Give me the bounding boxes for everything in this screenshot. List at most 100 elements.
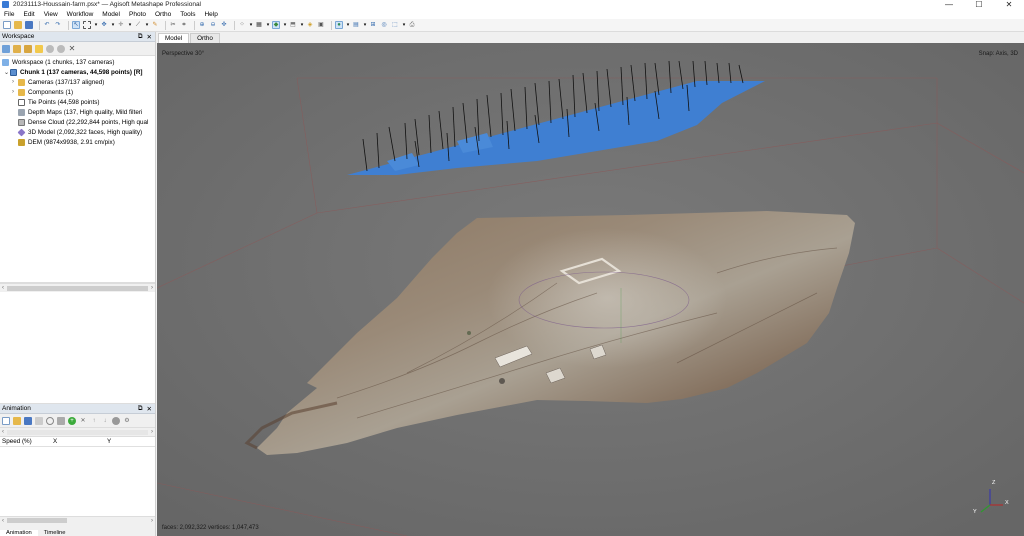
- enable-icon[interactable]: [46, 44, 54, 53]
- column-x[interactable]: X: [53, 438, 107, 445]
- menu-file[interactable]: File: [4, 11, 14, 18]
- capture-icon[interactable]: [57, 416, 65, 425]
- capture-view-icon[interactable]: ⎙: [408, 21, 416, 29]
- show-region-icon[interactable]: ▤: [352, 21, 360, 29]
- tree-item-components[interactable]: › Components (1): [12, 87, 73, 97]
- scrollbar-thumb[interactable]: [7, 429, 148, 435]
- add-chunk-icon[interactable]: [2, 44, 10, 53]
- chevron-down-icon[interactable]: ▾: [128, 21, 132, 29]
- delete-keyframe-icon[interactable]: ✕: [79, 417, 87, 425]
- perspective-icon[interactable]: ⬚: [391, 21, 399, 29]
- scroll-left-icon[interactable]: ‹: [2, 429, 4, 435]
- show-markers-icon[interactable]: ▣: [317, 21, 325, 29]
- scroll-right-icon[interactable]: ›: [151, 429, 153, 435]
- menu-ortho[interactable]: Ortho: [155, 11, 171, 18]
- model-scene[interactable]: [157, 43, 1024, 536]
- tree-item-depth-maps[interactable]: Depth Maps (137, High quality, Mild filt…: [18, 107, 142, 117]
- column-y[interactable]: Y: [107, 438, 147, 445]
- close-panel-icon[interactable]: ✕: [147, 33, 152, 41]
- globe-icon[interactable]: ●: [335, 21, 343, 29]
- menu-photo[interactable]: Photo: [129, 11, 146, 18]
- chevron-down-icon[interactable]: ▾: [402, 21, 406, 29]
- move-down-icon[interactable]: ↓: [101, 417, 109, 425]
- undo-icon[interactable]: ↶: [43, 21, 51, 29]
- open-track-icon[interactable]: [13, 416, 21, 425]
- add-folder-icon[interactable]: [24, 44, 32, 53]
- move-up-icon[interactable]: ↑: [90, 417, 98, 425]
- export-track-icon[interactable]: [35, 416, 43, 425]
- grid-icon[interactable]: ⊞: [369, 21, 377, 29]
- chevron-down-icon[interactable]: ▾: [283, 21, 287, 29]
- chevron-down-icon[interactable]: ▾: [266, 21, 270, 29]
- draw-polyline-icon[interactable]: ✎: [151, 21, 159, 29]
- move-object-icon[interactable]: ✥: [100, 21, 108, 29]
- save-icon[interactable]: [25, 21, 33, 29]
- chevron-down-icon[interactable]: ▾: [300, 21, 304, 29]
- scroll-left-icon[interactable]: ‹: [2, 518, 4, 524]
- add-keyframe-icon[interactable]: +: [68, 416, 76, 425]
- chevron-down-icon[interactable]: ▾: [111, 21, 115, 29]
- zoom-out-icon[interactable]: ⊖: [209, 21, 217, 29]
- close-button[interactable]: ✕: [994, 0, 1024, 9]
- reset-view-icon[interactable]: ✜: [220, 21, 228, 29]
- float-panel-icon[interactable]: ⧉: [138, 405, 143, 413]
- new-project-icon[interactable]: [3, 21, 11, 29]
- tree-item-tie-points[interactable]: Tie Points (44,598 points): [18, 97, 100, 107]
- animation-table-scrollbar[interactable]: ‹ ›: [0, 516, 155, 524]
- point-cloud-icon[interactable]: ⁘: [238, 21, 246, 29]
- menu-tools[interactable]: Tools: [180, 11, 195, 18]
- animation-horizontal-scrollbar[interactable]: ‹ ›: [0, 427, 155, 436]
- float-panel-icon[interactable]: ⧉: [138, 33, 143, 41]
- redo-icon[interactable]: ↷: [54, 21, 62, 29]
- trackball-icon[interactable]: ◎: [380, 21, 388, 29]
- play-icon[interactable]: [112, 416, 120, 425]
- scroll-right-icon[interactable]: ›: [151, 518, 153, 524]
- close-panel-icon[interactable]: ✕: [147, 405, 152, 413]
- tree-item-dem[interactable]: DEM (9874x9938, 2.91 cm/pix): [18, 137, 115, 147]
- workspace-horizontal-scrollbar[interactable]: ‹ ›: [0, 283, 155, 292]
- chevron-down-icon[interactable]: ▾: [346, 21, 350, 29]
- menu-model[interactable]: Model: [102, 11, 120, 18]
- minimize-button[interactable]: —: [934, 0, 964, 9]
- column-speed[interactable]: Speed (%): [0, 438, 53, 445]
- chevron-down-icon[interactable]: ▾: [94, 21, 98, 29]
- scrollbar-thumb[interactable]: [7, 518, 67, 523]
- menu-help[interactable]: Help: [204, 11, 217, 18]
- new-track-icon[interactable]: [2, 416, 10, 425]
- model-viewport[interactable]: Perspective 30° Snap: Axis, 3D faces: 2,…: [157, 43, 1024, 536]
- maximize-button[interactable]: ☐: [964, 0, 994, 9]
- add-photos-icon[interactable]: [13, 44, 21, 53]
- open-project-icon[interactable]: [14, 21, 22, 29]
- scrollbar-thumb[interactable]: [7, 285, 148, 291]
- workspace-root-item[interactable]: Workspace (1 chunks, 137 cameras): [2, 57, 114, 67]
- scroll-right-icon[interactable]: ›: [151, 285, 153, 291]
- tab-model[interactable]: Model: [158, 33, 190, 43]
- navigation-icon[interactable]: ↖: [72, 21, 80, 29]
- tab-timeline[interactable]: Timeline: [38, 530, 72, 536]
- menu-edit[interactable]: Edit: [23, 11, 34, 18]
- rectangle-selection-icon[interactable]: [83, 21, 91, 29]
- tiled-model-icon[interactable]: ⬒: [289, 21, 297, 29]
- chevron-down-icon[interactable]: ▾: [145, 21, 149, 29]
- save-track-icon[interactable]: [24, 416, 32, 425]
- show-cameras-icon[interactable]: ◈: [306, 21, 314, 29]
- tab-ortho[interactable]: Ortho: [190, 33, 220, 43]
- chevron-down-icon[interactable]: ▾: [249, 21, 253, 29]
- dense-cloud-icon[interactable]: ▦: [255, 21, 263, 29]
- crop-icon[interactable]: ⌗: [180, 21, 188, 29]
- chevron-down-icon[interactable]: ▾: [363, 21, 367, 29]
- zoom-in-icon[interactable]: ⊕: [198, 21, 206, 29]
- settings-gear-icon[interactable]: ⚙: [123, 417, 131, 425]
- rotate-icon[interactable]: ✛: [117, 21, 125, 29]
- tree-item-cameras[interactable]: › Cameras (137/137 aligned): [12, 77, 104, 87]
- model-textured-icon[interactable]: ◆: [272, 21, 280, 29]
- tree-item-3d-model[interactable]: 3D Model (2,092,322 faces, High quality): [17, 127, 142, 137]
- add-markers-icon[interactable]: [35, 44, 43, 53]
- chunk-item[interactable]: ⌄ Chunk 1 (137 cameras, 44,598 points) […: [4, 67, 143, 77]
- remove-items-icon[interactable]: ✕: [68, 44, 76, 53]
- disable-icon[interactable]: [57, 44, 65, 53]
- ruler-icon[interactable]: ⟋: [134, 21, 142, 29]
- tab-animation[interactable]: Animation: [0, 530, 38, 536]
- scroll-left-icon[interactable]: ‹: [2, 285, 4, 291]
- tree-item-dense-cloud[interactable]: Dense Cloud (22,292,844 points, High qua…: [18, 117, 148, 127]
